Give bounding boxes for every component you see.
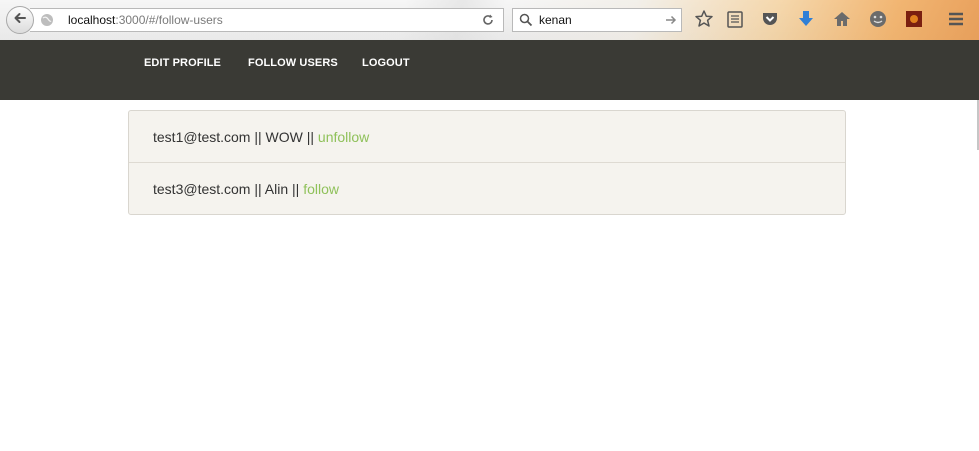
back-arrow-icon	[12, 10, 28, 31]
reload-icon[interactable]	[481, 13, 495, 32]
url-host: localhost	[68, 13, 116, 27]
back-button[interactable]	[6, 6, 34, 34]
bookmark-star-icon[interactable]	[694, 9, 714, 29]
separator: ||	[254, 181, 262, 197]
nav-follow-users[interactable]: FOLLOW USERS	[248, 57, 338, 69]
follow-link[interactable]: follow	[303, 181, 339, 197]
reading-list-icon[interactable]	[725, 9, 745, 29]
nav-edit-profile[interactable]: EDIT PROFILE	[144, 57, 221, 69]
user-name: WOW	[265, 129, 303, 145]
menu-icon[interactable]	[946, 9, 966, 29]
list-item: test3@test.com || Alin || follow	[129, 163, 845, 215]
user-name: Alin	[264, 181, 289, 197]
separator: ||	[306, 129, 315, 145]
search-icon	[519, 13, 533, 32]
user-email: test1@test.com	[153, 129, 251, 145]
home-icon[interactable]	[832, 9, 852, 29]
globe-icon	[40, 13, 54, 32]
download-icon[interactable]	[796, 9, 816, 29]
list-item: test1@test.com || WOW || unfollow	[129, 111, 845, 163]
users-list: test1@test.com || WOW || unfollow test3@…	[128, 110, 846, 215]
search-input[interactable]: kenan	[539, 13, 572, 27]
separator: ||	[254, 129, 262, 145]
emoji-icon[interactable]	[868, 9, 888, 29]
url-text[interactable]: localhost:3000/#/follow-users	[68, 13, 223, 27]
browser-toolbar: localhost:3000/#/follow-users kenan	[0, 0, 979, 41]
unfollow-link[interactable]: unfollow	[318, 129, 369, 145]
search-bar[interactable]: kenan	[512, 8, 682, 32]
nav-logout[interactable]: LOGOUT	[362, 57, 410, 69]
url-bar[interactable]: localhost:3000/#/follow-users	[30, 8, 504, 32]
pocket-icon[interactable]	[760, 9, 780, 29]
go-arrow-icon[interactable]	[665, 13, 677, 32]
extension-icon[interactable]	[904, 9, 924, 29]
separator: ||	[292, 181, 300, 197]
user-email: test3@test.com	[153, 181, 251, 197]
site-nav: EDIT PROFILE FOLLOW USERS LOGOUT	[0, 40, 979, 100]
url-path: :3000/#/follow-users	[115, 13, 223, 27]
